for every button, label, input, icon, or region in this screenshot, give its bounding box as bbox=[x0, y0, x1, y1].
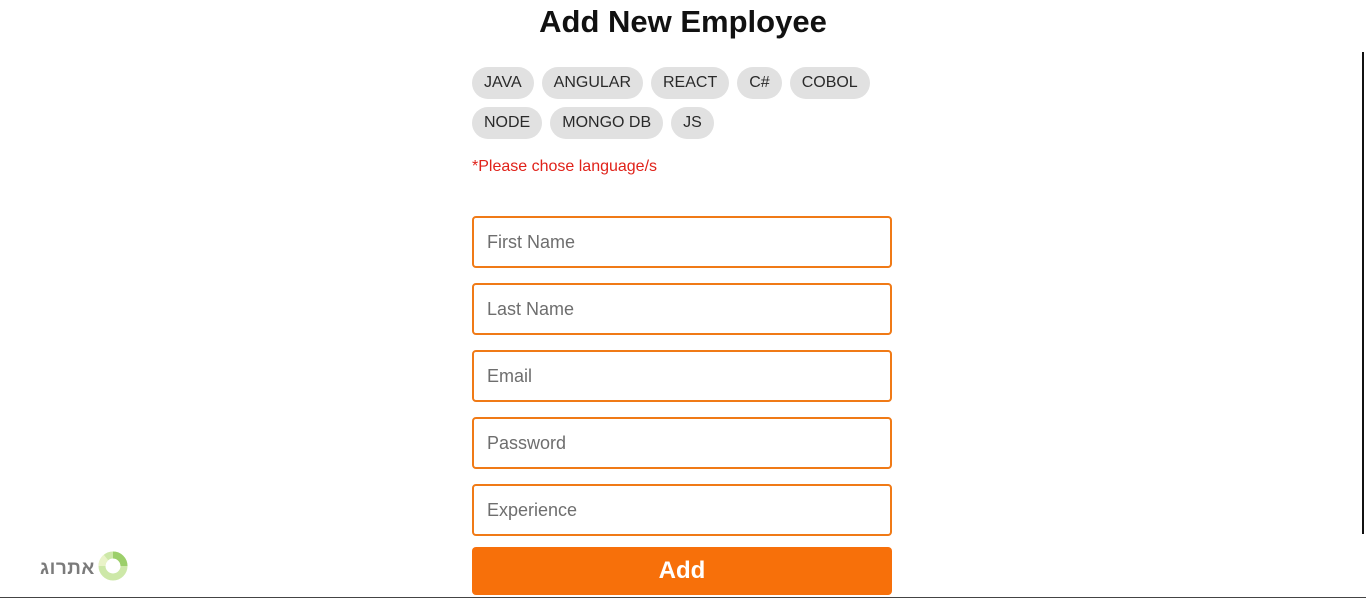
chip-mongodb[interactable]: MONGO DB bbox=[550, 107, 664, 139]
chip-node[interactable]: NODE bbox=[472, 107, 543, 139]
password-input[interactable] bbox=[472, 417, 892, 469]
language-chip-row: NODE MONGO DB JS bbox=[472, 107, 892, 139]
ring-logo-icon bbox=[97, 550, 129, 587]
site-logo[interactable]: אתרוג bbox=[40, 550, 129, 587]
chip-cobol[interactable]: COBOL bbox=[789, 67, 870, 99]
language-error-message: *Please chose language/s bbox=[472, 158, 658, 175]
logo-text: אתרוג bbox=[40, 557, 95, 579]
experience-input[interactable] bbox=[472, 484, 892, 536]
page-title: Add New Employee bbox=[539, 4, 827, 39]
email-input[interactable] bbox=[472, 350, 892, 402]
chip-java[interactable]: JAVA bbox=[472, 67, 534, 99]
chip-js[interactable]: JS bbox=[671, 107, 714, 139]
chip-csharp[interactable]: C# bbox=[737, 67, 782, 99]
last-name-input[interactable] bbox=[472, 283, 892, 335]
language-chips: JAVA ANGULAR REACT C# COBOL NODE MONGO D… bbox=[472, 67, 892, 147]
scrollbar-track[interactable] bbox=[1362, 52, 1364, 534]
first-name-input[interactable] bbox=[472, 216, 892, 268]
chip-angular[interactable]: ANGULAR bbox=[541, 67, 643, 99]
language-chip-row: JAVA ANGULAR REACT C# COBOL bbox=[472, 67, 892, 99]
add-button[interactable]: Add bbox=[472, 547, 892, 595]
chip-react[interactable]: REACT bbox=[651, 67, 730, 99]
